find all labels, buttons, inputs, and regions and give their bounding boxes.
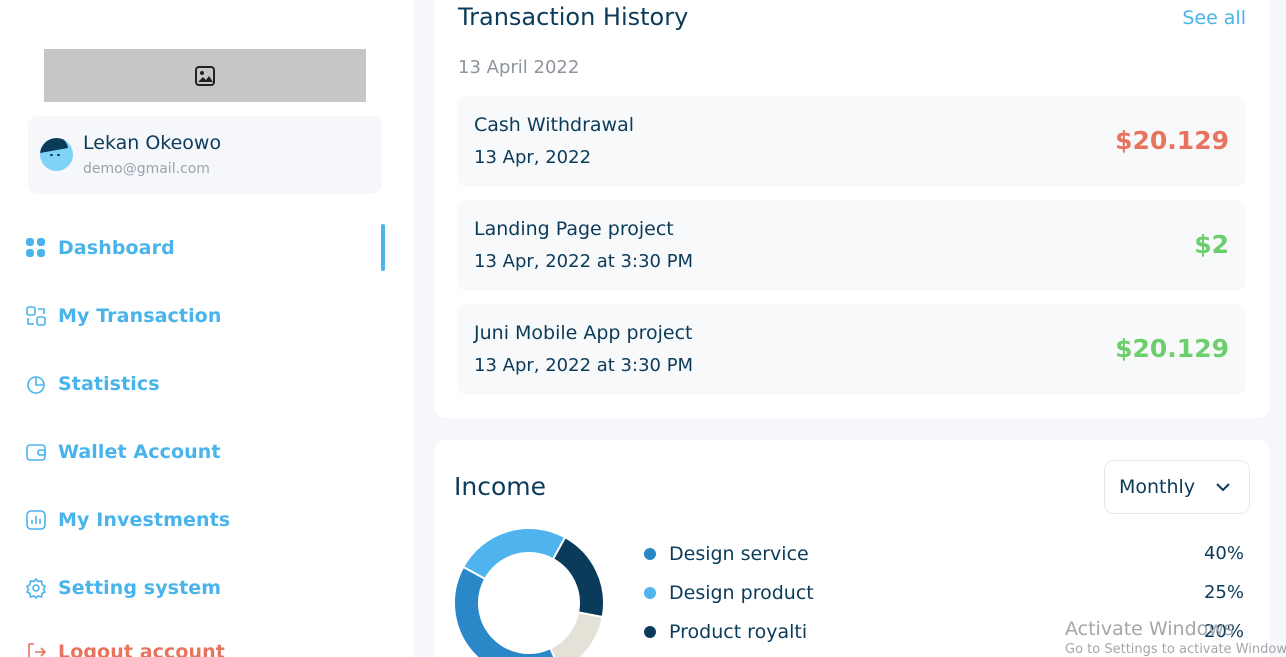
legend-value: 25% xyxy=(1203,582,1244,603)
sidebar-item-my-transaction[interactable]: My Transaction xyxy=(0,282,414,350)
period-select[interactable]: Monthly xyxy=(1104,460,1250,514)
sidebar-item-label: Wallet Account xyxy=(58,441,221,463)
profile-email: demo@gmail.com xyxy=(83,161,210,177)
grid-icon xyxy=(24,236,48,260)
gear-icon xyxy=(24,576,48,600)
transaction-name: Cash Withdrawal xyxy=(474,114,635,136)
sidebar-item-label: Dashboard xyxy=(58,237,175,259)
sidebar-item-dashboard[interactable]: Dashboard xyxy=(0,214,414,282)
transaction-date: 13 Apr, 2022 at 3:30 PM xyxy=(474,355,694,376)
transaction-name: Juni Mobile App project xyxy=(474,322,693,344)
legend-value: 40% xyxy=(1203,543,1244,564)
image-icon xyxy=(195,65,215,86)
sidebar-item-wallet-account[interactable]: Wallet Account xyxy=(0,418,414,486)
legend-dot xyxy=(644,586,656,599)
sidebar-item-label: Setting system xyxy=(58,577,222,599)
transaction-icon xyxy=(24,304,48,328)
income-card: Income Monthly Design service 40% Design… xyxy=(434,440,1270,657)
section-title: Transaction History xyxy=(458,3,689,31)
logout-icon xyxy=(24,640,48,657)
transaction-amount: $20.129 xyxy=(1115,334,1229,363)
donut-slice-product-royalti xyxy=(551,535,604,619)
active-indicator xyxy=(381,224,385,271)
profile-card[interactable]: Lekan Okeowo demo@gmail.com xyxy=(28,116,382,194)
see-all-link[interactable]: See all xyxy=(1182,7,1246,29)
transaction-history-card: Transaction History See all 13 April 202… xyxy=(434,0,1270,418)
sidebar-item-label: My Investments xyxy=(58,509,231,531)
legend-label: Design service xyxy=(669,542,809,565)
logo-placeholder xyxy=(44,49,366,102)
transaction-amount: $2 xyxy=(1194,230,1229,259)
legend-dot xyxy=(644,547,656,560)
sidebar-item-label: Statistics xyxy=(58,373,160,395)
investment-icon xyxy=(24,508,48,532)
sidebar-item-label: Logout account xyxy=(58,641,225,657)
transaction-row[interactable]: Juni Mobile App project 13 Apr, 2022 at … xyxy=(457,304,1246,395)
chevron-down-icon xyxy=(1216,483,1230,492)
legend-item: Design service 40% xyxy=(644,534,1244,573)
transaction-date: 13 Apr, 2022 at 3:30 PM xyxy=(474,251,694,272)
sidebar-item-my-investments[interactable]: My Investments xyxy=(0,486,414,554)
transaction-row[interactable]: Landing Page project 13 Apr, 2022 at 3:3… xyxy=(457,200,1246,291)
income-legend: Design service 40% Design product 25% Pr… xyxy=(644,534,1244,651)
legend-dot xyxy=(644,625,656,638)
avatar xyxy=(40,138,73,171)
transaction-amount: $20.129 xyxy=(1115,126,1229,155)
profile-name: Lekan Okeowo xyxy=(83,132,222,154)
donut-slice-other xyxy=(548,611,604,657)
legend-item: Design product 25% xyxy=(644,573,1244,612)
sidebar: Lekan Okeowo demo@gmail.com Dashboard My… xyxy=(0,0,414,657)
donut-slice-design-product xyxy=(461,528,567,581)
transaction-date-header: 13 April 2022 xyxy=(458,57,580,78)
legend-item: Product royalti 20% xyxy=(644,612,1244,651)
sidebar-item-setting-system[interactable]: Setting system xyxy=(0,554,414,622)
sidebar-item-logout[interactable]: Logout account xyxy=(0,618,414,657)
pie-chart-icon xyxy=(24,372,48,396)
legend-label: Product royalti xyxy=(669,620,808,643)
transaction-row[interactable]: Cash Withdrawal 13 Apr, 2022 $20.129 xyxy=(457,96,1246,187)
donut-slice-design-service xyxy=(454,565,556,657)
period-select-value: Monthly xyxy=(1119,476,1196,498)
sidebar-item-statistics[interactable]: Statistics xyxy=(0,350,414,418)
sidebar-nav: Dashboard My Transaction Statistics Wall… xyxy=(0,214,414,657)
legend-value: 20% xyxy=(1203,621,1244,642)
wallet-icon xyxy=(24,440,48,464)
transaction-name: Landing Page project xyxy=(474,218,674,240)
income-donut-chart xyxy=(454,528,604,657)
section-title: Income xyxy=(454,472,546,501)
legend-label: Design product xyxy=(669,581,814,604)
sidebar-item-label: My Transaction xyxy=(58,305,222,327)
transaction-date: 13 Apr, 2022 xyxy=(474,147,592,168)
